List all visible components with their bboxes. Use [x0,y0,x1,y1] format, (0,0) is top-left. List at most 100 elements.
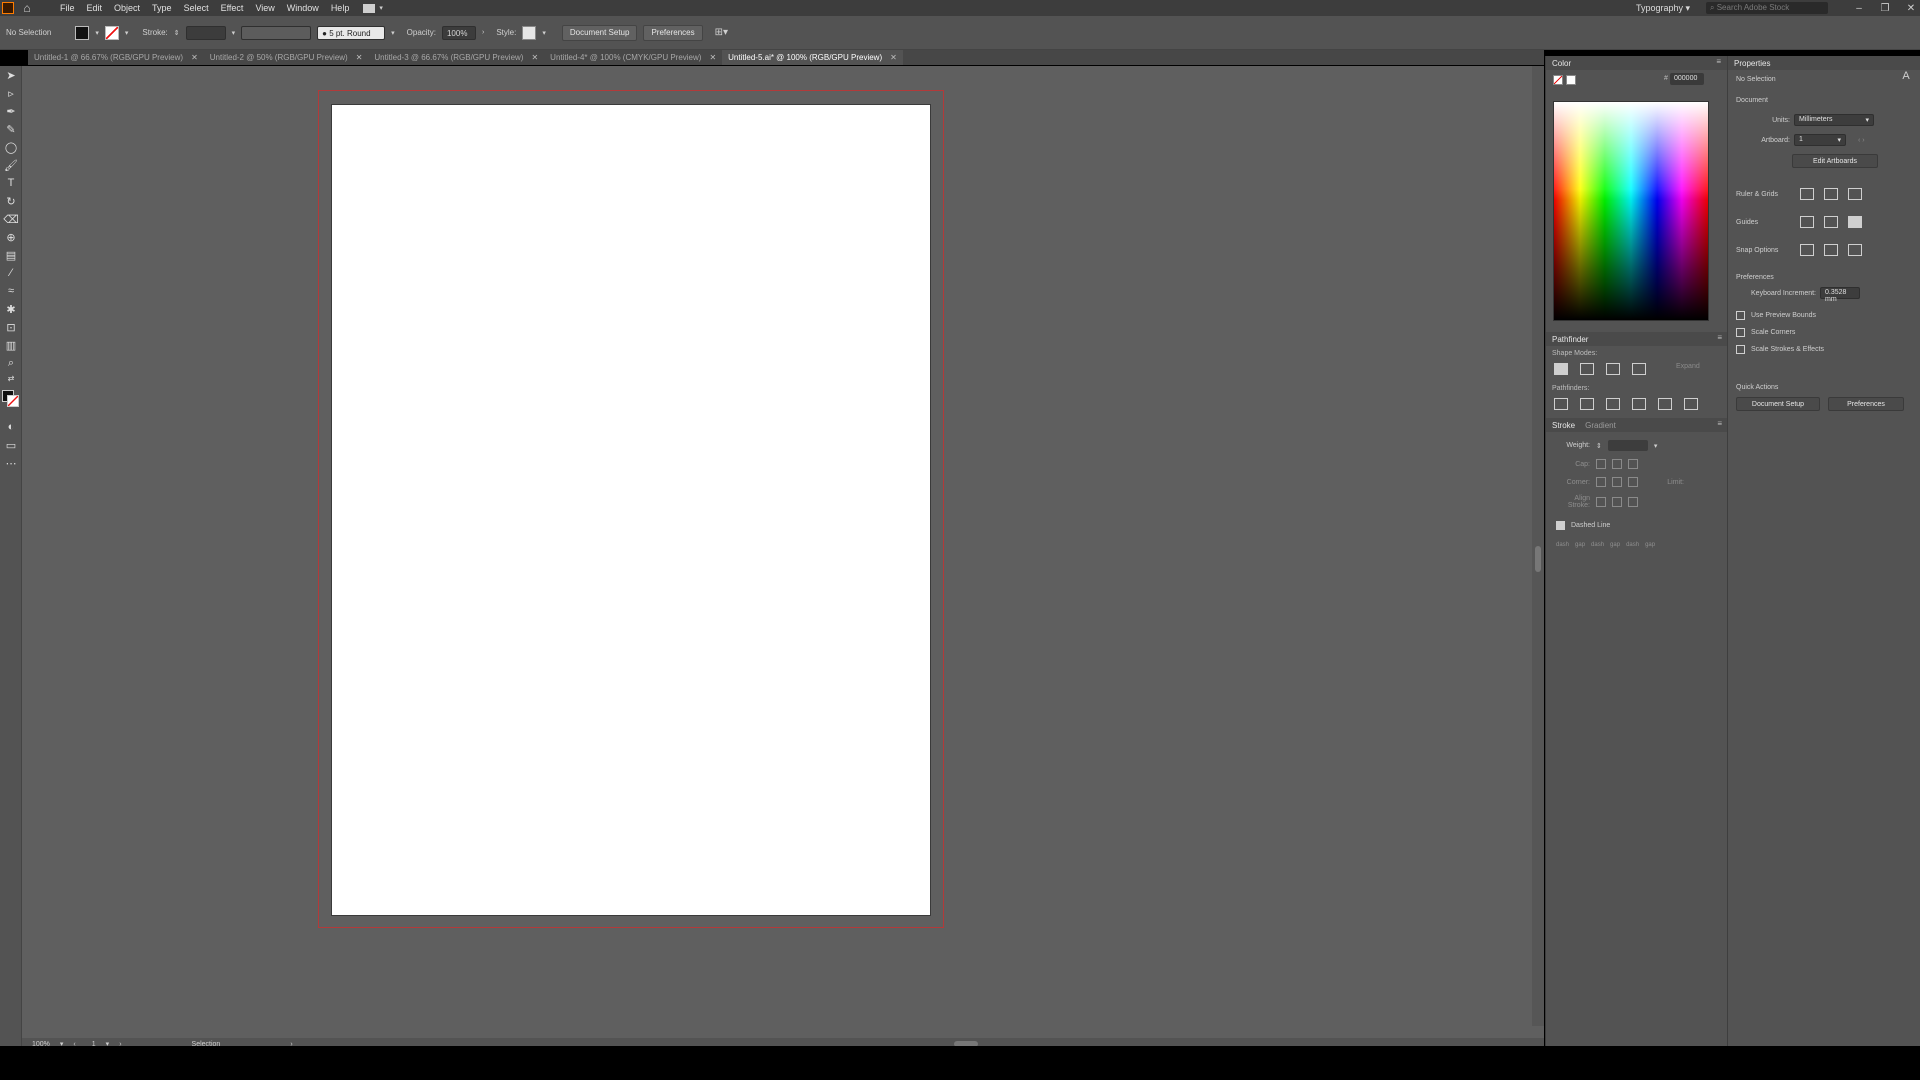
minimize-icon[interactable]: – [1850,3,1868,14]
scrollbar-thumb[interactable] [1535,546,1541,572]
weight-field[interactable] [1607,440,1648,451]
preferences-button[interactable]: Preferences [643,24,703,41]
gap-1-field[interactable]: gap [1575,542,1585,548]
shape-builder-tool-icon[interactable]: ⊕ [0,228,22,246]
close-icon[interactable]: ✕ [531,53,538,65]
selection-tool-icon[interactable]: ➤ [0,66,22,84]
opacity-field[interactable]: 100% [441,25,476,40]
close-icon[interactable]: ✕ [356,53,363,65]
direct-selection-tool-icon[interactable]: ▹ [0,84,22,102]
qa-document-setup-button[interactable]: Document Setup [1736,397,1820,411]
close-icon[interactable]: ✕ [709,53,716,65]
home-icon[interactable]: ⌂ [20,2,34,14]
menu-type[interactable]: Type [152,3,172,13]
pen-tool-icon[interactable]: ✒ [0,102,22,120]
color-panel-header[interactable]: Color ≡ [1546,56,1727,70]
panel-menu-icon[interactable]: ≡ [1716,57,1721,66]
stroke-weight-field[interactable] [185,25,226,40]
expand-button[interactable]: Expand [1676,363,1700,375]
round-cap-icon[interactable] [1612,459,1622,469]
artboard-tool-icon[interactable]: ⊡ [0,318,22,336]
fill-swatch[interactable] [75,25,90,40]
zoom-tool-icon[interactable]: ⌕ [0,354,22,372]
gradient-tab[interactable]: Gradient [1585,421,1616,430]
doc-tab-1[interactable]: Untitled-1 @ 66.67% (RGB/GPU Preview) ✕ [28,50,204,65]
scale-strokes-checkbox[interactable] [1736,345,1745,354]
align-outside-icon[interactable] [1628,497,1638,507]
stepper-icon[interactable]: ⇕ [174,29,180,37]
color-spectrum[interactable] [1553,101,1709,321]
menu-window[interactable]: Window [287,3,319,13]
chevron-down-icon[interactable]: ▾ [125,29,129,37]
chevron-down-icon[interactable]: ▾ [1654,442,1658,450]
transparency-grid-icon[interactable] [1848,188,1862,200]
stepper-icon[interactable]: ⇕ [1596,442,1602,450]
panel-menu-icon[interactable]: ≡ [1717,333,1722,342]
stroke-label[interactable]: Stroke: [142,28,167,37]
chevron-right-icon[interactable]: › [482,29,484,36]
align-inside-icon[interactable] [1612,497,1622,507]
crop-icon[interactable] [1632,398,1646,410]
menu-help[interactable]: Help [331,3,350,13]
fill-stroke-widget[interactable] [0,384,21,418]
paintbrush-tool-icon[interactable]: 🖌 [0,156,22,174]
smart-guides-icon[interactable] [1848,216,1862,228]
chevron-down-icon[interactable]: ▾ [542,29,546,37]
chevron-down-icon[interactable]: ▾ [391,29,395,37]
miter-join-icon[interactable] [1596,477,1606,487]
intersect-icon[interactable] [1606,363,1620,375]
divide-icon[interactable] [1554,398,1568,410]
menu-view[interactable]: View [255,3,274,13]
workspace-switcher[interactable]: Typography ▾ [1636,3,1690,14]
opacity-label[interactable]: Opacity: [407,28,436,37]
panel-menu-icon[interactable]: ≡ [1717,419,1722,428]
properties-panel-icon[interactable]: A [1892,66,1920,86]
menu-object[interactable]: Object [114,3,140,13]
eraser-tool-icon[interactable]: ⌫ [0,210,22,228]
stock-search-input[interactable]: ⌕ Search Adobe Stock [1706,2,1828,14]
stroke-swatch[interactable] [104,25,119,40]
dashed-line-checkbox[interactable] [1556,521,1565,530]
round-join-icon[interactable] [1612,477,1622,487]
document-setup-button[interactable]: Document Setup [561,24,638,41]
snap-to-point-icon[interactable] [1800,244,1814,256]
stroke-color-icon[interactable] [7,395,19,407]
eyedropper-tool-icon[interactable]: ⁄ [0,264,22,282]
bevel-join-icon[interactable] [1628,477,1638,487]
rotate-tool-icon[interactable]: ↻ [0,192,22,210]
arrange-icon[interactable]: ⊞▾ [715,27,728,38]
menu-edit[interactable]: Edit [87,3,103,13]
minus-back-icon[interactable] [1684,398,1698,410]
artboard[interactable] [331,104,931,916]
menu-select[interactable]: Select [184,3,209,13]
close-icon[interactable]: ✕ [191,53,198,65]
gap-3-field[interactable]: gap [1645,542,1655,548]
dash-1-field[interactable]: dash [1556,542,1569,548]
trim-icon[interactable] [1580,398,1594,410]
hex-input[interactable]: 000000 [1670,73,1704,85]
scale-corners-checkbox[interactable] [1736,328,1745,337]
screen-mode-icon[interactable]: ▭ [0,436,22,454]
variable-width-field[interactable] [241,25,312,40]
menu-file[interactable]: File [60,3,75,13]
unite-icon[interactable] [1554,363,1568,375]
stroke-tab[interactable]: Stroke [1552,421,1575,430]
guides-icon[interactable] [1800,216,1814,228]
lock-guides-icon[interactable] [1824,216,1838,228]
stroke-panel-header[interactable]: Stroke Gradient ≡ [1546,418,1728,432]
curvature-tool-icon[interactable]: ✎ [0,120,22,138]
none-swatch[interactable] [1553,75,1563,85]
doc-tab-2[interactable]: Untitled-2 @ 50% (RGB/GPU Preview) ✕ [203,50,369,65]
white-swatch[interactable] [1566,75,1576,85]
gradient-tool-icon[interactable]: ▤ [0,246,22,264]
snap-to-grid-icon[interactable] [1848,244,1862,256]
grid-icon[interactable] [1824,188,1838,200]
blend-tool-icon[interactable]: ≈ [0,282,22,300]
butt-cap-icon[interactable] [1596,459,1606,469]
doc-tab-5[interactable]: Untitled-5.ai* @ 100% (RGB/GPU Preview) ✕ [722,50,903,65]
projecting-cap-icon[interactable] [1628,459,1638,469]
align-center-icon[interactable] [1596,497,1606,507]
preview-bounds-checkbox[interactable] [1736,311,1745,320]
restore-icon[interactable]: ❐ [1876,3,1894,14]
edit-artboards-button[interactable]: Edit Artboards [1792,154,1878,168]
